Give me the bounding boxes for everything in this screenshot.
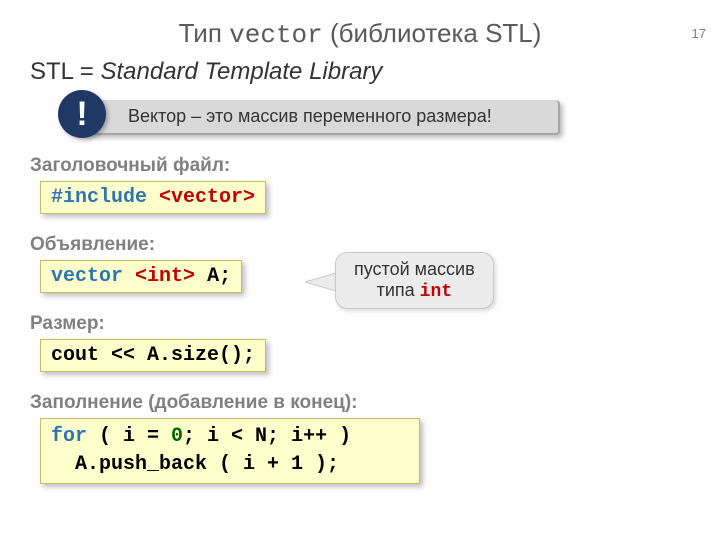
bubble-line2-b: int [420, 282, 452, 302]
code-size: cout << A.size(); [40, 339, 266, 372]
bubble-note: пустой массив типа int [335, 252, 494, 309]
subtitle-eq: = [73, 58, 100, 85]
title-mono: vector [229, 20, 323, 50]
subtitle-expansion: Standard Template Library [100, 58, 382, 85]
code-vector-kw: vector [51, 265, 123, 288]
bubble-line2: типа int [354, 280, 475, 302]
code-for-kw: for [51, 425, 87, 448]
title-text-1: Тип [179, 18, 230, 48]
bubble-line2-a: типа [377, 280, 420, 300]
code-declaration: vector <int> A; [40, 260, 242, 293]
code-zero: 0 [171, 425, 183, 448]
callout-text: Вектор – это массив переменного размера! [80, 100, 560, 135]
callout: ! Вектор – это массив переменного размер… [80, 100, 560, 135]
title-text-2: (библиотека STL) [323, 18, 542, 48]
bubble-line1: пустой массив [354, 259, 475, 280]
slide-title: Тип vector (библиотека STL) [0, 18, 720, 50]
code-var: A; [195, 265, 231, 288]
code-pushback: A.push_back ( i + 1 ); [51, 453, 339, 476]
code-angle-close: > [183, 265, 195, 288]
code-size-call: << A.size(); [111, 344, 255, 367]
section-size: Размер: [30, 313, 720, 335]
code-rest: <vector> [147, 186, 255, 209]
code-int-type: int [147, 265, 183, 288]
page-number: 17 [692, 26, 706, 41]
callout-arrow-icon [305, 272, 339, 292]
exclamation-icon: ! [58, 90, 106, 138]
code-cout: cout [51, 344, 111, 367]
code-angle-open: < [123, 265, 147, 288]
code-for-a: ( i = [87, 425, 171, 448]
subtitle: STL = Standard Template Library [30, 58, 720, 86]
section-fill: Заполнение (добавление в конец): [30, 392, 720, 414]
code-include: #include <vector> [40, 181, 266, 214]
section-header-file: Заголовочный файл: [30, 155, 720, 177]
code-kw: #include [51, 186, 147, 209]
subtitle-abbr: STL [30, 58, 73, 85]
code-for-b: ; i < N; i++ ) [183, 425, 351, 448]
code-fill: for ( i = 0; i < N; i++ ) A.push_back ( … [40, 418, 420, 484]
declaration-row: vector <int> A; пустой массив типа int [0, 260, 720, 293]
